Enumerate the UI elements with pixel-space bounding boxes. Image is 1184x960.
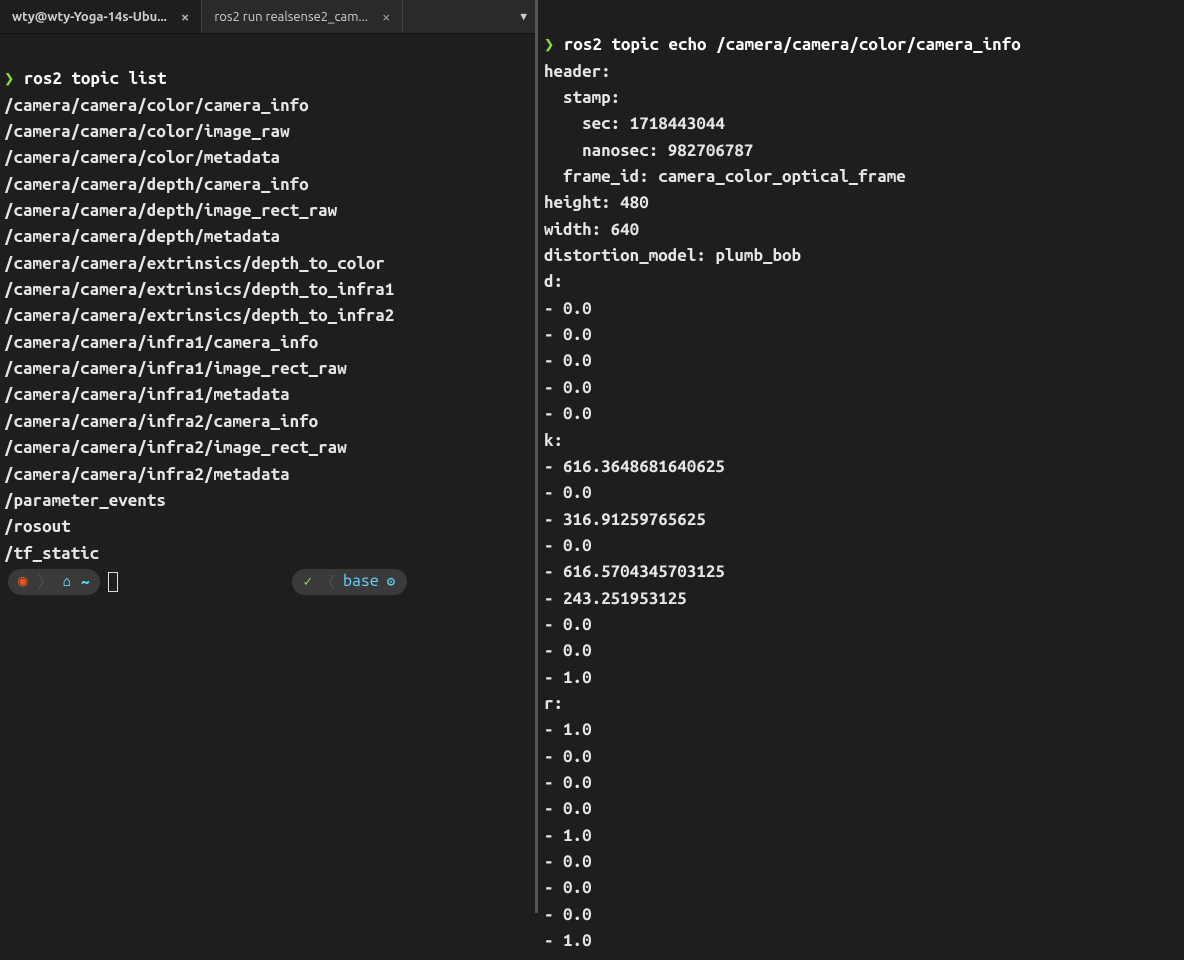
echo-line: width: 640 (544, 220, 639, 239)
echo-line: - 0.0 (544, 905, 592, 924)
topic-line: /tf_static (4, 544, 99, 563)
topic-line: /camera/camera/color/camera_info (4, 96, 309, 115)
topic-line: /camera/camera/color/metadata (4, 148, 280, 167)
echo-line: - 0.0 (544, 378, 592, 397)
right-terminal-body[interactable]: ❯ ros2 topic echo /camera/camera/color/c… (540, 0, 1184, 960)
echo-line: stamp: (544, 88, 620, 107)
echo-line: height: 480 (544, 193, 649, 212)
echo-line: nanosec: 982706787 (544, 141, 753, 160)
echo-line: - 0.0 (544, 325, 592, 344)
topic-line: /camera/camera/infra1/camera_info (4, 333, 318, 352)
left-command: ros2 topic list (24, 69, 167, 88)
echo-line: - 316.91259765625 (544, 510, 706, 529)
topic-line: /camera/camera/infra2/image_rect_raw (4, 438, 347, 457)
env-name: base (343, 569, 379, 594)
echo-line: - 1.0 (544, 668, 592, 687)
tab-dropdown-icon[interactable]: ▼ (512, 10, 535, 23)
echo-line: r: (544, 694, 563, 713)
status-pill-left: ◉ 〉 ⌂ ~ (8, 569, 100, 595)
echo-line: - 0.0 (544, 747, 592, 766)
echo-line: - 243.251953125 (544, 589, 687, 608)
tab-2[interactable]: ros2 run realsense2_cam... × (202, 0, 403, 33)
echo-line: - 1.0 (544, 826, 592, 845)
tab-1[interactable]: wty@wty-Yoga-14s-Ubu... × (0, 0, 202, 33)
topic-line: /camera/camera/depth/image_rect_raw (4, 201, 337, 220)
topic-line: /camera/camera/infra1/image_rect_raw (4, 359, 347, 378)
tab-1-label: wty@wty-Yoga-14s-Ubu... (12, 10, 167, 24)
tab-2-label: ros2 run realsense2_cam... (214, 10, 368, 24)
right-command: ros2 topic echo /camera/camera/color/cam… (564, 35, 1021, 54)
topic-line: /camera/camera/extrinsics/depth_to_infra… (4, 306, 394, 325)
topic-line: /parameter_events (4, 491, 166, 510)
prompt-symbol: ❯ (4, 69, 14, 88)
python-icon: ⚙ (387, 571, 395, 593)
status-line: ◉ 〉 ⌂ ~ ✓ 〈 base ⚙ (4, 569, 531, 595)
echo-line: - 0.0 (544, 483, 592, 502)
topic-line: /camera/camera/depth/camera_info (4, 175, 309, 194)
home-icon: ⌂ (63, 571, 71, 593)
topic-line: /camera/camera/extrinsics/depth_to_infra… (4, 280, 394, 299)
check-icon: ✓ (304, 571, 312, 593)
echo-line: - 0.0 (544, 799, 592, 818)
echo-line: - 1.0 (544, 720, 592, 739)
topic-line: /rosout (4, 517, 71, 536)
right-terminal-panel: ❯ ros2 topic echo /camera/camera/color/c… (535, 0, 1184, 913)
echo-line: - 0.0 (544, 641, 592, 660)
echo-line: sec: 1718443044 (544, 114, 725, 133)
echo-line: header: (544, 62, 611, 81)
topic-line: /camera/camera/infra2/camera_info (4, 412, 318, 431)
echo-line: - 0.0 (544, 878, 592, 897)
echo-line: k: (544, 431, 563, 450)
echo-line: - 616.5704345703125 (544, 562, 725, 581)
echo-line: distortion_model: plumb_bob (544, 246, 801, 265)
echo-line: - 0.0 (544, 404, 592, 423)
echo-line: - 0.0 (544, 299, 592, 318)
topic-line: /camera/camera/color/image_raw (4, 122, 290, 141)
echo-line: - 616.3648681640625 (544, 457, 725, 476)
chevron-right-icon: 〉 (38, 570, 53, 593)
prompt-symbol: ❯ (544, 35, 554, 54)
status-pill-right: ✓ 〈 base ⚙ (292, 569, 408, 595)
echo-line: - 1.0 (544, 931, 592, 950)
echo-line: - 0.0 (544, 351, 592, 370)
cursor (108, 572, 118, 592)
echo-line: - 0.0 (544, 615, 592, 634)
chevron-left-icon: 〈 (320, 570, 335, 593)
tab-bar: wty@wty-Yoga-14s-Ubu... × ros2 run reals… (0, 0, 535, 34)
topic-line: /camera/camera/infra1/metadata (4, 385, 290, 404)
topic-line: /camera/camera/infra2/metadata (4, 465, 290, 484)
topic-line: /camera/camera/depth/metadata (4, 227, 280, 246)
echo-line: - 0.0 (544, 536, 592, 555)
echo-line: frame_id: camera_color_optical_frame (544, 167, 906, 186)
topic-line: /camera/camera/extrinsics/depth_to_color (4, 254, 385, 273)
echo-line: d: (544, 272, 563, 291)
close-icon[interactable]: × (382, 8, 390, 25)
tilde-icon: ~ (81, 570, 89, 593)
left-terminal-body[interactable]: ❯ ros2 topic list /camera/camera/color/c… (0, 34, 535, 601)
close-icon[interactable]: × (181, 8, 189, 25)
echo-line: - 0.0 (544, 773, 592, 792)
left-terminal-panel: wty@wty-Yoga-14s-Ubu... × ros2 run reals… (0, 0, 535, 913)
ubuntu-icon: ◉ (18, 569, 28, 594)
echo-line: - 0.0 (544, 852, 592, 871)
